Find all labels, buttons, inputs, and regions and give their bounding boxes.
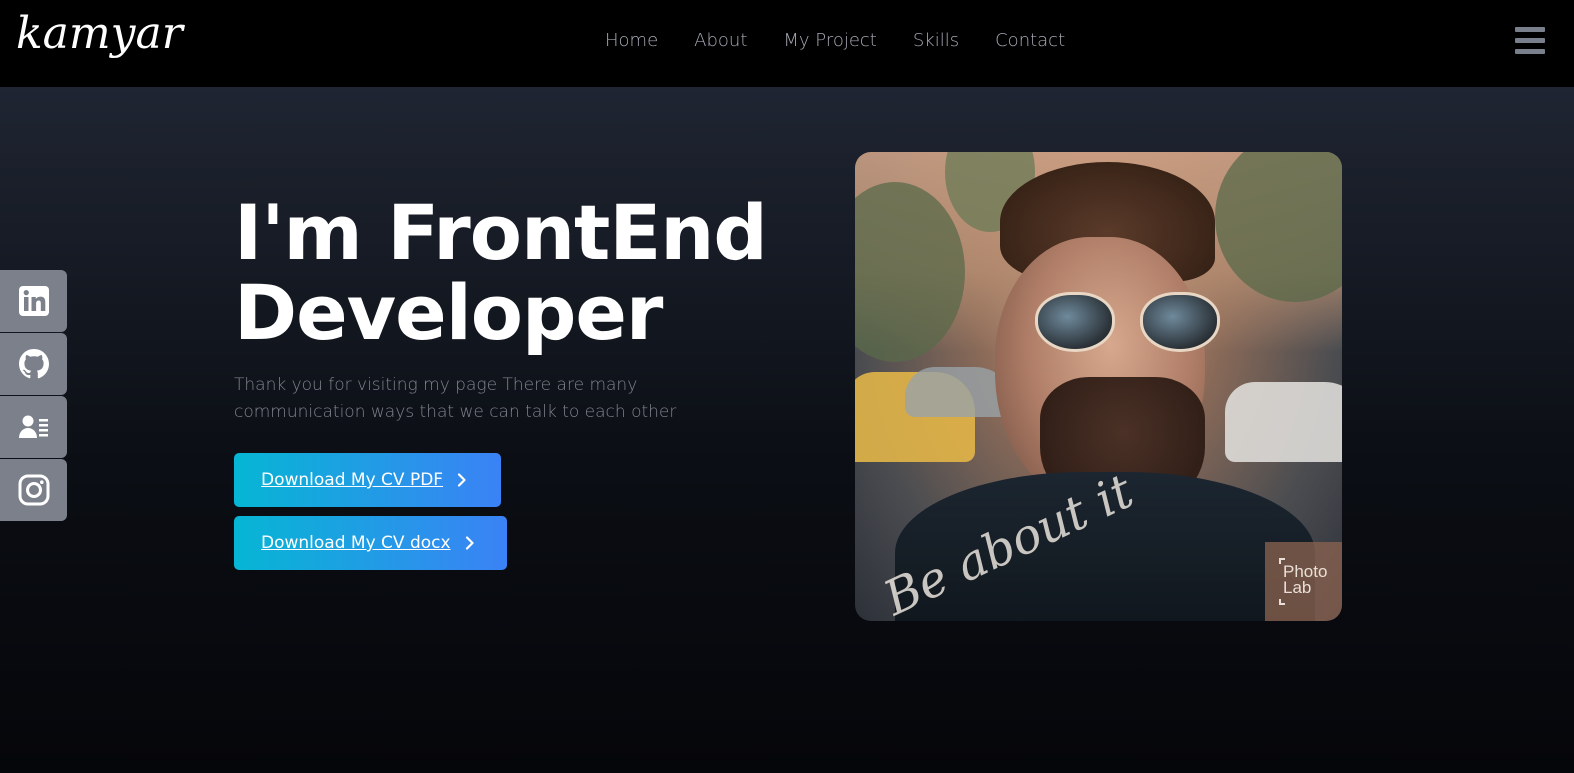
nav-contact[interactable]: Contact: [995, 30, 1065, 51]
linkedin-icon: [18, 286, 49, 316]
social-github[interactable]: [0, 333, 67, 395]
profile-photo: Be about it Photo Lab: [855, 152, 1342, 621]
chevron-right-icon: [457, 473, 466, 487]
download-cv-pdf-button[interactable]: Download My CV PDF: [234, 453, 501, 507]
top-navbar: kamyar Home About My Project Skills Cont…: [0, 0, 1574, 87]
nav-my-project[interactable]: My Project: [783, 30, 877, 51]
instagram-icon: [18, 474, 49, 506]
photolab-watermark: Photo Lab: [1265, 542, 1342, 621]
hero-title: I'm FrontEnd Developer: [234, 188, 768, 357]
chevron-right-icon: [465, 536, 474, 550]
contact-card-icon: [18, 415, 48, 438]
hero-subtitle: Thank you for visiting my page There are…: [234, 375, 677, 422]
social-linkedin[interactable]: [0, 270, 67, 332]
hero-title-line-2: Developer: [234, 268, 663, 357]
download-cv-docx-label: Download My CV docx: [261, 533, 451, 553]
nav-about[interactable]: About: [694, 30, 747, 51]
site-logo[interactable]: kamyar: [16, 8, 183, 59]
hamburger-icon[interactable]: [1515, 27, 1545, 55]
social-instagram[interactable]: [0, 459, 67, 521]
main-nav: Home About My Project Skills Contact: [605, 30, 1101, 51]
social-contact-card[interactable]: [0, 396, 67, 458]
download-cv-docx-button[interactable]: Download My CV docx: [234, 516, 507, 570]
hero-title-line-1: I'm FrontEnd: [234, 188, 768, 277]
nav-skills[interactable]: Skills: [913, 30, 959, 51]
photolab-text-2: Lab: [1283, 578, 1312, 597]
nav-home[interactable]: Home: [605, 30, 658, 51]
social-sidebar: [0, 270, 67, 522]
download-cv-pdf-label: Download My CV PDF: [261, 470, 444, 490]
github-icon: [18, 349, 49, 379]
